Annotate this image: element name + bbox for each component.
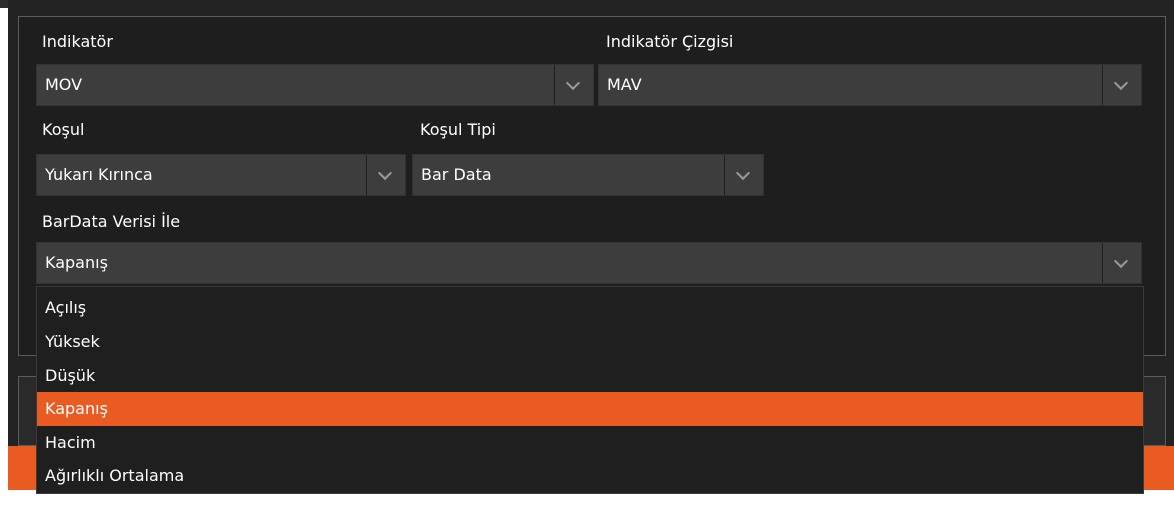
condition-type-dropdown-button[interactable]: [724, 155, 763, 195]
chevron-down-icon: [565, 75, 581, 91]
bardata-label: BarData Verisi İle: [42, 212, 181, 231]
condition-dialog: Indikatör MOV Indikatör Çizgisi MAV Koşu…: [0, 0, 1174, 506]
condition-type-select[interactable]: Bar Data: [412, 154, 764, 196]
indicator-value: MOV: [45, 75, 83, 94]
indicator-line-value: MAV: [607, 75, 642, 94]
indicator-label: Indikatör: [42, 32, 113, 51]
dropdown-option-acilis[interactable]: Açılış: [37, 291, 1143, 325]
dropdown-option-dusuk[interactable]: Düşük: [37, 359, 1143, 393]
dropdown-option-kapanis[interactable]: Kapanış: [37, 392, 1143, 426]
indicator-line-dropdown-button[interactable]: [1102, 65, 1141, 105]
indicator-line-label: Indikatör Çizgisi: [606, 32, 734, 51]
bardata-value: Kapanış: [45, 253, 108, 272]
bardata-dropdown-button[interactable]: [1102, 243, 1141, 283]
dropdown-option-agirlikli-ortalama[interactable]: Ağırlıklı Ortalama: [37, 459, 1143, 493]
chevron-down-icon: [1113, 253, 1129, 269]
indicator-line-select[interactable]: MAV: [598, 64, 1142, 106]
indicator-dropdown-button[interactable]: [554, 65, 593, 105]
condition-label: Koşul: [42, 120, 85, 139]
condition-select[interactable]: Yukarı Kırınca: [36, 154, 406, 196]
bardata-dropdown-list: Açılış Yüksek Düşük Kapanış Hacim Ağırlı…: [36, 286, 1144, 494]
dropdown-option-yuksek[interactable]: Yüksek: [37, 325, 1143, 359]
condition-value: Yukarı Kırınca: [45, 165, 153, 184]
chevron-down-icon: [1113, 75, 1129, 91]
bardata-select[interactable]: Kapanış: [36, 242, 1142, 284]
condition-dropdown-button[interactable]: [366, 155, 405, 195]
chevron-down-icon: [377, 165, 393, 181]
dropdown-option-hacim[interactable]: Hacim: [37, 426, 1143, 460]
indicator-select[interactable]: MOV: [36, 64, 594, 106]
condition-type-value: Bar Data: [421, 165, 492, 184]
condition-type-label: Koşul Tipi: [420, 120, 496, 139]
chevron-down-icon: [735, 165, 751, 181]
